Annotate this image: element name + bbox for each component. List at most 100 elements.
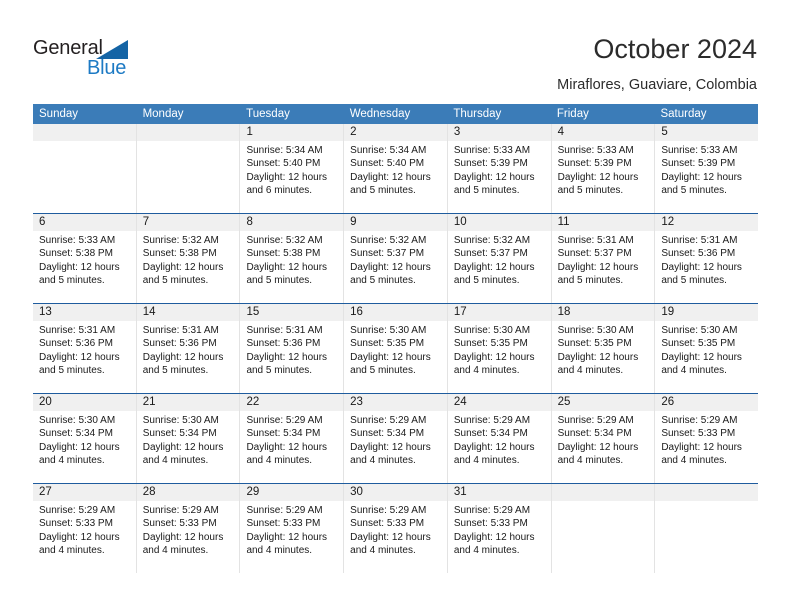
day-sun-info: Sunrise: 5:33 AM Sunset: 5:39 PM Daylight:… — [552, 141, 655, 197]
day-sun-info: Sunrise: 5:29 AM Sunset: 5:33 PM Daylight:… — [655, 411, 758, 467]
calendar-day-cell[interactable]: 3 Sunrise: 5:33 AM Sunset: 5:39 PM Daylight… — [447, 124, 552, 213]
day-number: 16 — [344, 304, 447, 321]
day-number — [136, 124, 240, 141]
weekday-header-monday: Monday — [142, 108, 184, 120]
daylight-text-line1: Daylight: 12 hours — [453, 171, 535, 183]
day-number: 31 — [447, 484, 551, 501]
daylight-text-line2: and 5 minutes. — [350, 274, 416, 286]
daylight-text-line1: Daylight: 12 hours — [350, 171, 431, 183]
calendar-day-cell[interactable]: 21 Sunrise: 5:30 AM Sunset: 5:34 PM Dayligh… — [136, 394, 241, 483]
calendar-day-cell[interactable]: 31 Sunrise: 5:29 AM Sunset: 5:33 PM Dayligh… — [447, 484, 552, 573]
daylight-text-line1: Daylight: 12 hours — [453, 351, 535, 363]
day-sun-info — [552, 501, 655, 504]
calendar-day-cell[interactable]: 12 Sunrise: 5:31 AM Sunset: 5:36 PM Dayligh… — [655, 214, 759, 303]
day-sun-info: Sunrise: 5:32 AM Sunset: 5:38 PM Daylight:… — [137, 231, 240, 287]
calendar-day-cell[interactable]: 5 Sunrise: 5:33 AM Sunset: 5:39 PM Daylight… — [655, 124, 759, 213]
daylight-text-line2: and 5 minutes. — [661, 274, 727, 286]
calendar-day-cell[interactable]: 20 Sunrise: 5:30 AM Sunset: 5:34 PM Dayligh… — [33, 394, 137, 483]
sunset-text: Sunset: 5:34 PM — [453, 428, 528, 440]
day-number: 27 — [33, 484, 136, 501]
calendar-day-cell[interactable]: 9 Sunrise: 5:32 AM Sunset: 5:37 PM Daylight… — [344, 214, 448, 303]
sunrise-text: Sunrise: 5:31 AM — [142, 325, 219, 336]
day-number: 7 — [136, 214, 240, 231]
daylight-text-line1: Daylight: 12 hours — [39, 441, 120, 453]
sunset-text: Sunset: 5:38 PM — [246, 248, 321, 260]
calendar-week-row: 27 Sunrise: 5:29 AM Sunset: 5:33 PM Dayligh… — [33, 483, 759, 573]
calendar-day-cell[interactable]: 4 Sunrise: 5:33 AM Sunset: 5:39 PM Daylight… — [551, 124, 656, 213]
day-sun-info: Sunrise: 5:30 AM Sunset: 5:34 PM Daylight:… — [33, 411, 136, 467]
daylight-text-line2: and 5 minutes. — [350, 184, 416, 196]
weekday-header-friday: Friday — [556, 108, 589, 120]
day-sun-info: Sunrise: 5:34 AM Sunset: 5:40 PM Daylight:… — [240, 141, 343, 197]
daylight-text-line1: Daylight: 12 hours — [350, 261, 431, 273]
sunrise-text: Sunrise: 5:30 AM — [39, 415, 116, 426]
sunset-text: Sunset: 5:38 PM — [142, 248, 217, 260]
calendar-day-cell[interactable]: 7 Sunrise: 5:32 AM Sunset: 5:38 PM Daylight… — [136, 214, 241, 303]
daylight-text-line1: Daylight: 12 hours — [350, 531, 431, 543]
sunset-text: Sunset: 5:34 PM — [39, 428, 113, 440]
day-sun-info: Sunrise: 5:29 AM Sunset: 5:34 PM Daylight:… — [344, 411, 447, 467]
calendar-day-cell[interactable]: 2 Sunrise: 5:34 AM Sunset: 5:40 PM Daylight… — [344, 124, 448, 213]
calendar-day-cell[interactable]: 19 Sunrise: 5:30 AM Sunset: 5:35 PM Dayligh… — [655, 304, 759, 393]
daylight-text-line2: and 4 minutes. — [661, 364, 727, 376]
daylight-text-line1: Daylight: 12 hours — [350, 441, 431, 453]
day-number: 4 — [551, 124, 655, 141]
sunrise-text: Sunrise: 5:29 AM — [350, 415, 427, 426]
sunset-text: Sunset: 5:34 PM — [557, 428, 632, 440]
calendar-day-cell[interactable]: 18 Sunrise: 5:30 AM Sunset: 5:35 PM Dayligh… — [551, 304, 656, 393]
daylight-text-line2: and 5 minutes. — [246, 274, 313, 286]
calendar-week-row: 13 Sunrise: 5:31 AM Sunset: 5:36 PM Dayligh… — [33, 303, 759, 393]
sunset-text: Sunset: 5:33 PM — [246, 518, 321, 530]
sunset-text: Sunset: 5:35 PM — [453, 338, 528, 350]
calendar-day-cell[interactable]: 14 Sunrise: 5:31 AM Sunset: 5:36 PM Dayligh… — [136, 304, 241, 393]
calendar-day-cell[interactable]: 17 Sunrise: 5:30 AM Sunset: 5:35 PM Dayligh… — [447, 304, 552, 393]
day-number: 10 — [447, 214, 551, 231]
daylight-text-line2: and 4 minutes. — [39, 454, 105, 466]
daylight-text-line1: Daylight: 12 hours — [246, 531, 328, 543]
day-number: 2 — [344, 124, 447, 141]
calendar-day-cell[interactable]: 6 Sunrise: 5:33 AM Sunset: 5:38 PM Daylight… — [33, 214, 137, 303]
day-sun-info: Sunrise: 5:29 AM Sunset: 5:34 PM Daylight:… — [552, 411, 655, 467]
calendar-day-cell[interactable]: 13 Sunrise: 5:31 AM Sunset: 5:36 PM Dayligh… — [33, 304, 137, 393]
day-number: 11 — [551, 214, 655, 231]
sunset-text: Sunset: 5:37 PM — [557, 248, 632, 260]
calendar-day-cell[interactable]: 1 Sunrise: 5:34 AM Sunset: 5:40 PM Daylight… — [240, 124, 345, 213]
calendar-day-cell[interactable]: 10 Sunrise: 5:32 AM Sunset: 5:37 PM Dayligh… — [447, 214, 552, 303]
sunset-text: Sunset: 5:36 PM — [142, 338, 217, 350]
day-number: 19 — [655, 304, 759, 321]
calendar-page: General Blue October 2024 Miraflores, Gu… — [0, 0, 792, 612]
calendar-day-cell[interactable]: 26 Sunrise: 5:29 AM Sunset: 5:33 PM Dayligh… — [655, 394, 759, 483]
sunset-text: Sunset: 5:33 PM — [661, 428, 736, 440]
day-sun-info: Sunrise: 5:30 AM Sunset: 5:35 PM Daylight:… — [344, 321, 447, 377]
calendar-day-cell[interactable]: 8 Sunrise: 5:32 AM Sunset: 5:38 PM Daylight… — [240, 214, 345, 303]
day-number: 14 — [136, 304, 240, 321]
calendar-day-cell[interactable]: 28 Sunrise: 5:29 AM Sunset: 5:33 PM Dayligh… — [136, 484, 241, 573]
page-title: October 2024 — [593, 34, 757, 64]
calendar-day-cell[interactable]: 11 Sunrise: 5:31 AM Sunset: 5:37 PM Dayligh… — [551, 214, 656, 303]
calendar-day-cell[interactable]: 16 Sunrise: 5:30 AM Sunset: 5:35 PM Dayligh… — [344, 304, 448, 393]
daylight-text-line1: Daylight: 12 hours — [557, 351, 639, 363]
calendar-day-cell[interactable]: 23 Sunrise: 5:29 AM Sunset: 5:34 PM Dayligh… — [344, 394, 448, 483]
calendar-day-cell[interactable]: 24 Sunrise: 5:29 AM Sunset: 5:34 PM Dayligh… — [447, 394, 552, 483]
calendar-day-cell[interactable]: 30 Sunrise: 5:29 AM Sunset: 5:33 PM Dayligh… — [344, 484, 448, 573]
sunrise-text: Sunrise: 5:32 AM — [453, 235, 531, 246]
day-sun-info — [137, 141, 240, 144]
calendar-day-cell[interactable]: 22 Sunrise: 5:29 AM Sunset: 5:34 PM Dayligh… — [240, 394, 345, 483]
calendar-day-cell[interactable]: 27 Sunrise: 5:29 AM Sunset: 5:33 PM Dayligh… — [33, 484, 137, 573]
day-sun-info: Sunrise: 5:29 AM Sunset: 5:33 PM Daylight:… — [344, 501, 447, 557]
day-sun-info: Sunrise: 5:29 AM Sunset: 5:33 PM Daylight:… — [240, 501, 343, 557]
daylight-text-line2: and 4 minutes. — [246, 544, 313, 556]
sunrise-text: Sunrise: 5:31 AM — [557, 235, 634, 246]
general-blue-logo[interactable]: General Blue — [33, 36, 153, 84]
day-number: 26 — [655, 394, 759, 411]
calendar-day-cell[interactable]: 15 Sunrise: 5:31 AM Sunset: 5:36 PM Dayligh… — [240, 304, 345, 393]
day-number: 18 — [551, 304, 655, 321]
calendar-day-cell[interactable]: 25 Sunrise: 5:29 AM Sunset: 5:34 PM Dayligh… — [551, 394, 656, 483]
daylight-text-line2: and 5 minutes. — [39, 364, 105, 376]
day-number: 8 — [240, 214, 344, 231]
calendar-day-cell[interactable]: 29 Sunrise: 5:29 AM Sunset: 5:33 PM Dayligh… — [240, 484, 345, 573]
day-number: 12 — [655, 214, 759, 231]
sunrise-text: Sunrise: 5:30 AM — [453, 325, 531, 336]
daylight-text-line1: Daylight: 12 hours — [453, 441, 535, 453]
sunrise-text: Sunrise: 5:29 AM — [246, 505, 323, 516]
